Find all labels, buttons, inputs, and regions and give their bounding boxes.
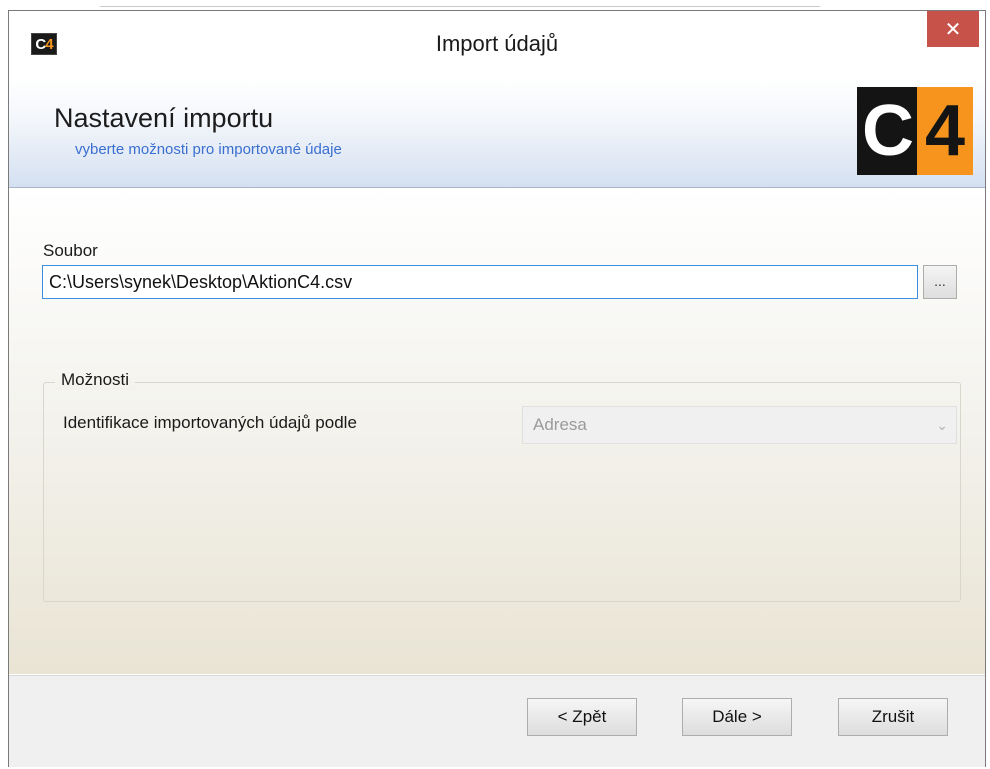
close-button[interactable]: ✕ bbox=[927, 11, 979, 47]
wizard-header: Nastavení importu vyberte možnosti pro i… bbox=[9, 77, 985, 188]
identify-by-label: Identifikace importovaných údajů podle bbox=[63, 413, 357, 432]
app-icon-letter: C bbox=[35, 35, 46, 53]
file-path-input[interactable] bbox=[42, 265, 918, 299]
c4-logo: C4 bbox=[857, 87, 973, 175]
button-bar: < Zpět Dále > Zrušit bbox=[9, 675, 985, 767]
background-strip bbox=[0, 0, 990, 10]
next-button[interactable]: Dále > bbox=[682, 698, 792, 736]
file-label: Soubor bbox=[43, 241, 98, 260]
identify-by-value: Adresa bbox=[533, 415, 587, 434]
app-icon-digit: 4 bbox=[45, 35, 53, 53]
cancel-button[interactable]: Zrušit bbox=[838, 698, 948, 736]
page-title: Nastavení importu bbox=[54, 103, 274, 133]
options-legend: Možnosti bbox=[55, 370, 136, 390]
background-window-edge bbox=[100, 0, 820, 7]
import-dialog: C4 Import údajů ✕ Nastavení importu vybe… bbox=[8, 10, 986, 767]
back-button[interactable]: < Zpět bbox=[527, 698, 637, 736]
title-bar[interactable]: C4 Import údajů ✕ bbox=[9, 11, 985, 77]
close-icon: ✕ bbox=[944, 18, 962, 41]
chevron-down-icon: ⌄ bbox=[936, 417, 948, 433]
page-subtitle: vyberte možnosti pro importované údaje bbox=[75, 141, 342, 158]
identify-by-select[interactable]: Adresa ⌄ bbox=[522, 406, 957, 444]
app-icon: C4 bbox=[31, 33, 57, 55]
logo-letter: C bbox=[857, 87, 917, 175]
logo-digit: 4 bbox=[917, 87, 973, 175]
browse-button[interactable]: ... bbox=[923, 265, 957, 299]
wizard-body: Soubor ... Možnosti Identifikace importo… bbox=[9, 188, 985, 674]
window-title: Import údajů bbox=[435, 31, 559, 56]
